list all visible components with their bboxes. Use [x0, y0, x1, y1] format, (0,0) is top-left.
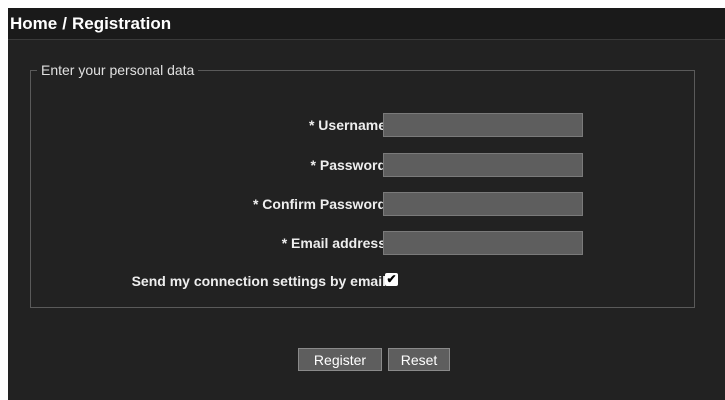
breadcrumb-home[interactable]: Home [10, 14, 57, 34]
password-input[interactable] [383, 153, 583, 177]
register-button[interactable]: Register [298, 348, 382, 371]
send-settings-checkbox[interactable]: ✔ [385, 273, 398, 286]
breadcrumb-separator: / [62, 13, 67, 33]
breadcrumb: Home / Registration [8, 8, 725, 40]
email-input[interactable] [383, 231, 583, 255]
send-settings-label: Send my connection settings by email [131, 273, 386, 289]
reset-button[interactable]: Reset [388, 348, 450, 371]
email-row: * Email address [31, 231, 694, 255]
password-row: * Password [31, 153, 694, 177]
registration-page: Home / Registration Enter your personal … [8, 8, 725, 400]
email-label: * Email address [281, 235, 386, 251]
password-label: * Password [310, 157, 386, 173]
send-settings-row: Send my connection settings by email ✔ [31, 269, 694, 293]
breadcrumb-current: Registration [71, 13, 172, 33]
username-row: * Username [31, 113, 694, 137]
confirm-password-input[interactable] [383, 192, 583, 216]
confirm-password-row: * Confirm Password [31, 192, 694, 216]
fieldset-legend: Enter your personal data [41, 62, 195, 78]
confirm-password-label: * Confirm Password [252, 196, 386, 212]
personal-data-fieldset: Enter your personal data * Username * Pa… [30, 62, 695, 308]
username-label: * Username [308, 117, 386, 133]
username-input[interactable] [383, 113, 583, 137]
